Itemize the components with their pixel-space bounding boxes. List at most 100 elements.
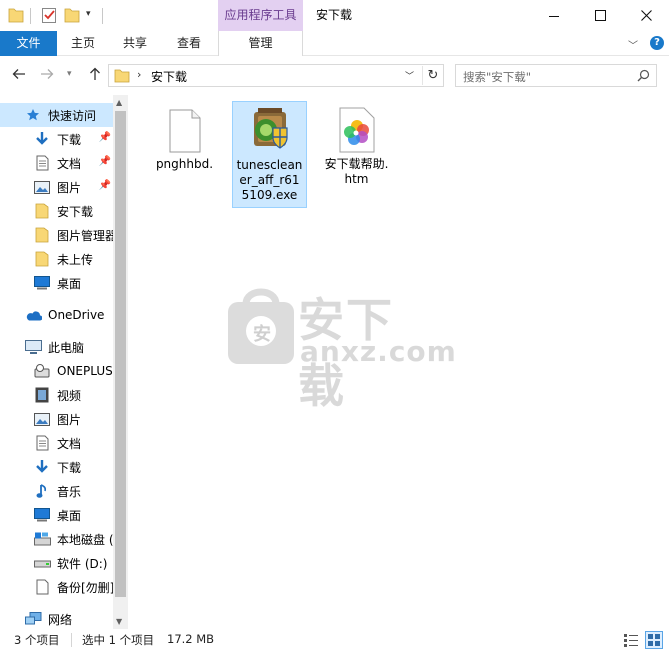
- refresh-icon[interactable]: ↻: [422, 66, 443, 85]
- sidebar-item-backup[interactable]: 备份[勿删]: [0, 575, 113, 599]
- customize-dropdown-icon[interactable]: ▾: [86, 9, 91, 29]
- sidebar-item-anxiazai[interactable]: 安下载: [0, 199, 113, 223]
- watermark: 安 安下载 anxz.com: [226, 286, 456, 413]
- sidebar-item-label: 下载: [57, 132, 82, 147]
- watermark-badge: 安: [253, 324, 271, 345]
- ribbon-tab-bar: 文件 主页 共享 查看 管理: [0, 31, 669, 56]
- sidebar-item-pictures[interactable]: 图片 📌: [0, 175, 113, 199]
- tab-manage[interactable]: 管理: [218, 31, 303, 56]
- maximize-button[interactable]: [577, 0, 623, 31]
- scrollbar-thumb[interactable]: [115, 111, 126, 597]
- pictures-icon: [33, 410, 51, 428]
- scroll-up-icon[interactable]: ▲: [116, 98, 122, 107]
- sidebar-item-label: 本地磁盘 (: [57, 532, 113, 547]
- sidebar-item-label: 软件 (D:): [57, 556, 108, 571]
- desktop-icon: [33, 506, 51, 524]
- search-icon[interactable]: [637, 69, 650, 85]
- device-icon: [33, 362, 51, 380]
- sidebar-item-desktop[interactable]: 桌面: [0, 271, 113, 295]
- sidebar-item-label: 快速访问: [48, 108, 97, 123]
- video-icon: [33, 386, 51, 404]
- sidebar-item-videos[interactable]: 视频: [0, 383, 113, 407]
- sidebar-item-quick-access[interactable]: 快速访问: [0, 103, 113, 127]
- scroll-down-icon[interactable]: ▼: [116, 617, 122, 626]
- file-name: pnghhbd.: [155, 157, 214, 171]
- sidebar-item-not-uploaded[interactable]: 未上传: [0, 247, 113, 271]
- pin-icon[interactable]: 📌: [99, 180, 111, 191]
- pin-icon[interactable]: 📌: [99, 156, 111, 167]
- search-input[interactable]: 搜索"安下载": [455, 64, 657, 87]
- sidebar-item-downloads-pc[interactable]: 下载: [0, 455, 113, 479]
- properties-check-icon[interactable]: [41, 6, 57, 26]
- drive-c-icon: [33, 530, 51, 548]
- file-name: 安下载帮助.htm: [324, 157, 389, 186]
- divider: [71, 633, 72, 647]
- pin-icon[interactable]: 📌: [99, 132, 111, 143]
- file-item[interactable]: pnghhbd.: [147, 101, 222, 172]
- recent-locations-dropdown-icon[interactable]: ▾: [67, 69, 72, 79]
- sidebar-item-pictures-pc[interactable]: 图片: [0, 407, 113, 431]
- sidebar-item-label: 视频: [57, 388, 82, 403]
- sidebar-item-label: 文档: [57, 436, 82, 451]
- blank-file-icon: [147, 101, 222, 153]
- details-view-icon[interactable]: [623, 632, 639, 648]
- sidebar-item-label: 桌面: [57, 276, 82, 291]
- back-arrow-icon[interactable]: [12, 67, 26, 85]
- window-title: 安下载: [316, 8, 353, 22]
- sidebar-item-picture-manager[interactable]: 图片管理器: [0, 223, 113, 247]
- expand-ribbon-chevron-icon[interactable]: ﹀: [628, 37, 638, 52]
- drive-file-icon: [33, 578, 51, 596]
- sidebar-item-documents-pc[interactable]: 文档: [0, 431, 113, 455]
- item-count: 3 个项目: [14, 633, 60, 647]
- pictures-icon: [33, 178, 51, 196]
- installer-icon: [233, 102, 306, 154]
- tab-file[interactable]: 文件: [0, 31, 57, 56]
- forward-arrow-icon[interactable]: [40, 67, 54, 85]
- folder-icon[interactable]: [8, 6, 24, 26]
- sidebar-item-local-disk-c[interactable]: 本地磁盘 (: [0, 527, 113, 551]
- sidebar-item-label: ONEPLUS: [57, 364, 113, 378]
- breadcrumb-separator-icon[interactable]: ›: [137, 68, 141, 81]
- sidebar-item-documents[interactable]: 文档 📌: [0, 151, 113, 175]
- tab-share[interactable]: 共享: [109, 31, 161, 56]
- title-bar: ▾ 应用程序工具 安下载: [0, 0, 669, 31]
- minimize-button[interactable]: [531, 0, 577, 31]
- sidebar-item-label: 此电脑: [48, 340, 85, 355]
- address-dropdown-icon[interactable]: ﹀: [405, 69, 414, 82]
- sidebar-item-downloads[interactable]: 下载 📌: [0, 127, 113, 151]
- file-item-selected[interactable]: tunescleaner_aff_r615109.exe: [232, 101, 307, 208]
- sidebar-item-oneplus[interactable]: ONEPLUS: [0, 359, 113, 383]
- sidebar-item-onedrive[interactable]: OneDrive: [0, 303, 113, 327]
- help-icon[interactable]: ?: [650, 36, 664, 50]
- tab-home[interactable]: 主页: [57, 31, 109, 56]
- watermark-sub-text: anxz.com: [300, 335, 457, 368]
- divider: [102, 8, 103, 24]
- computer-icon: [24, 338, 42, 356]
- folder-icon: [33, 250, 51, 268]
- file-item[interactable]: 安下载帮助.htm: [319, 101, 394, 187]
- breadcrumb-current[interactable]: 安下载: [151, 68, 187, 85]
- sidebar-item-this-pc[interactable]: 此电脑: [0, 335, 113, 359]
- tab-view[interactable]: 查看: [161, 31, 217, 56]
- sidebar-item-network[interactable]: 网络: [0, 607, 113, 629]
- sidebar-item-desktop-pc[interactable]: 桌面: [0, 503, 113, 527]
- sidebar-item-music[interactable]: 音乐: [0, 479, 113, 503]
- new-folder-icon[interactable]: [64, 6, 80, 26]
- sidebar-item-label: 备份[勿删]: [57, 580, 113, 595]
- sidebar-scrollbar[interactable]: ▲ ▼: [113, 95, 128, 629]
- sidebar-item-software-d[interactable]: 软件 (D:): [0, 551, 113, 575]
- status-bar: 3 个项目 选中 1 个项目 17.2 MB: [0, 629, 669, 652]
- close-button[interactable]: [623, 0, 669, 31]
- address-bar[interactable]: › 安下载 ﹀ ↻: [108, 64, 444, 87]
- folder-icon: [114, 68, 130, 87]
- sidebar-item-label: 桌面: [57, 508, 82, 523]
- sidebar-item-label: 图片: [57, 180, 82, 195]
- up-arrow-icon[interactable]: [88, 67, 102, 85]
- sidebar-item-label: 下载: [57, 460, 82, 475]
- selected-count: 选中 1 个项目: [82, 633, 155, 647]
- sidebar-item-label: 音乐: [57, 484, 82, 499]
- large-icons-view-icon[interactable]: [645, 631, 663, 649]
- star-icon: [24, 106, 42, 124]
- network-icon: [24, 610, 42, 628]
- navigation-pane: 快速访问 下载 📌 文档 📌 图片 📌 安下载 图片管理器 未上传 桌面 One…: [0, 95, 128, 629]
